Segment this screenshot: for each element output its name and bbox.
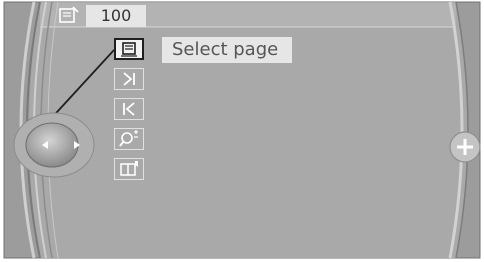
zoom-icon <box>119 130 138 147</box>
skip-back-button[interactable] <box>114 98 144 120</box>
skip-forward-icon <box>123 72 135 86</box>
book-marker-icon <box>120 161 138 176</box>
page-number: 100 <box>86 5 146 27</box>
zoom-button[interactable] <box>114 128 144 150</box>
select-page-button[interactable] <box>114 38 144 60</box>
controller-knob[interactable] <box>12 112 96 178</box>
skip-forward-button[interactable] <box>114 68 144 90</box>
idrive-screen: 100 Select page <box>0 0 484 262</box>
book-marker-button[interactable] <box>114 158 144 180</box>
skip-back-icon <box>123 102 135 116</box>
select-page-label: Select page <box>162 37 292 63</box>
side-plus-button[interactable] <box>448 130 482 164</box>
book-page-icon <box>59 6 79 23</box>
select-page-icon <box>121 42 137 57</box>
